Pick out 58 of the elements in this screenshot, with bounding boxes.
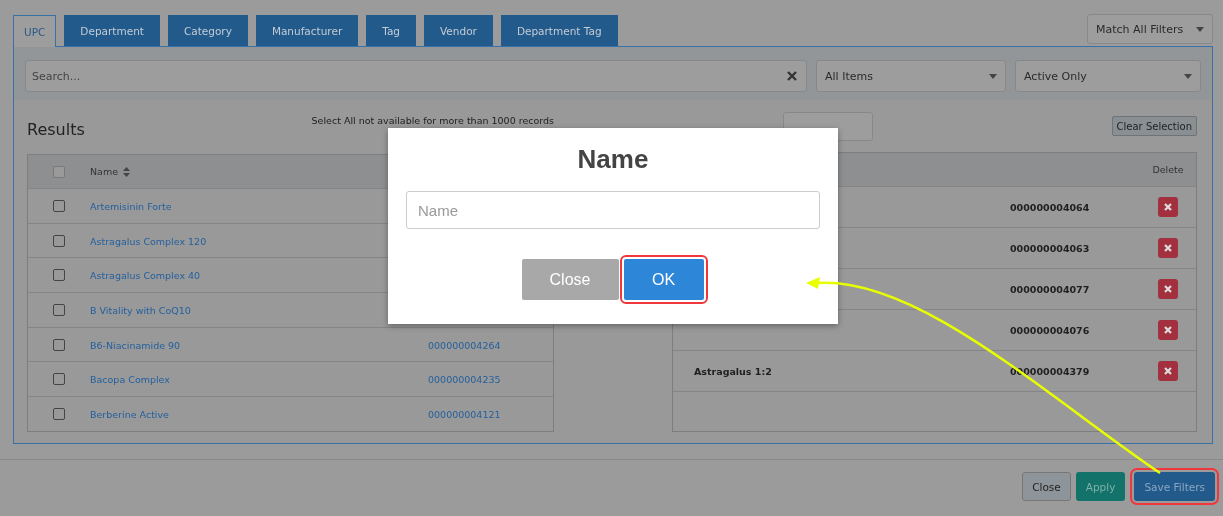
delete-button[interactable] — [1158, 361, 1178, 381]
clear-selection-button[interactable]: Clear Selection — [1111, 116, 1197, 136]
upc-link[interactable]: 000000004121 — [428, 408, 501, 420]
product-link[interactable]: Artemisinin Forte — [90, 200, 172, 212]
tab[interactable]: Department Tag — [500, 15, 618, 46]
delete-button[interactable] — [1158, 197, 1178, 217]
close-icon — [1164, 326, 1172, 334]
row-checkbox[interactable] — [53, 407, 65, 420]
product-link[interactable]: Bacopa Complex — [90, 374, 170, 386]
tab[interactable]: Manufacturer — [255, 15, 359, 46]
row-checkbox[interactable] — [53, 338, 65, 351]
row-checkbox[interactable] — [53, 234, 65, 247]
upc-link[interactable]: 000000004264 — [428, 339, 501, 351]
filter-select[interactable]: All Items — [816, 60, 1006, 92]
search-field[interactable]: Search... — [25, 60, 807, 92]
results-heading: Results — [27, 119, 86, 139]
tab[interactable]: UPC — [13, 15, 57, 47]
product-link[interactable]: Astragalus Complex 120 — [90, 235, 207, 247]
delete-button[interactable] — [1158, 238, 1178, 258]
delete-button[interactable] — [1158, 320, 1178, 340]
tab[interactable]: Department — [64, 15, 160, 46]
caret-icon — [989, 73, 997, 79]
item-upc: 000000004077 — [1010, 284, 1090, 295]
select-all-note: Select All not available for more than 1000 records — [311, 115, 554, 126]
item-upc: 000000004063 — [1010, 243, 1090, 254]
row-checkbox[interactable] — [53, 199, 65, 212]
name-field[interactable]: Name — [406, 191, 820, 229]
close-icon — [1164, 203, 1172, 211]
close-icon — [1164, 285, 1172, 293]
match-filter-select[interactable]: Match All Filters — [1087, 14, 1213, 44]
upc-link[interactable]: 000000004235 — [428, 374, 501, 386]
column-header: Delete — [1152, 164, 1184, 175]
filter-select[interactable]: Active Only — [1015, 60, 1201, 92]
tab[interactable]: Category — [167, 15, 248, 46]
dialog-button[interactable]: Close — [521, 259, 619, 300]
delete-button[interactable] — [1158, 279, 1178, 299]
row-checkbox[interactable] — [53, 269, 65, 282]
item-upc: 000000004076 — [1010, 325, 1090, 336]
product-link[interactable]: B Vitality with CoQ10 — [90, 304, 191, 316]
clear-icon — [787, 71, 797, 81]
caret-icon — [1196, 26, 1204, 32]
tab[interactable]: Vendor — [424, 15, 493, 46]
item-name: Astragalus 1:2 — [694, 366, 772, 377]
footer-button[interactable]: Apply — [1075, 472, 1126, 501]
row-checkbox[interactable] — [53, 373, 65, 386]
product-link[interactable]: Astragalus Complex 40 — [90, 270, 201, 282]
row-checkbox[interactable] — [53, 303, 65, 316]
item-upc: 000000004064 — [1010, 202, 1090, 213]
product-link[interactable]: Berberine Active — [90, 408, 169, 420]
close-icon — [1164, 244, 1172, 252]
tab[interactable]: Tag — [366, 15, 416, 46]
caret-icon — [1184, 73, 1192, 79]
column-header: Name — [90, 166, 119, 177]
sort-icon — [123, 166, 131, 177]
dialog-title: Name — [577, 144, 649, 175]
close-icon — [1164, 367, 1172, 375]
footer-button[interactable]: Close — [1022, 472, 1071, 501]
product-link[interactable]: B6-Niacinamide 90 — [90, 339, 181, 351]
